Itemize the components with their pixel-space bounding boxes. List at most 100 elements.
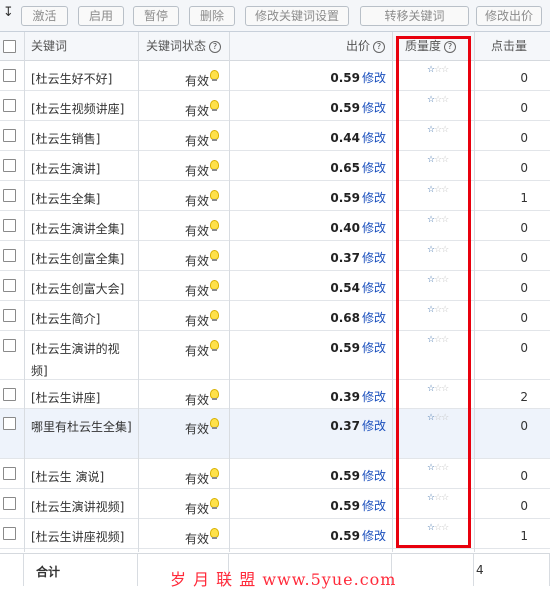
edit-bid-link[interactable]: 修改: [362, 466, 386, 486]
lightbulb-icon[interactable]: [210, 310, 220, 321]
row-checkbox[interactable]: [3, 159, 16, 172]
keyword-text[interactable]: [杜云生创富大会]: [31, 278, 136, 300]
lightbulb-icon[interactable]: [210, 280, 220, 291]
edit-bid-link[interactable]: 修改: [362, 128, 386, 148]
edit-bid-link[interactable]: 修改: [362, 496, 386, 516]
row-checkbox[interactable]: [3, 69, 16, 82]
edit-keyword-settings-button[interactable]: 修改关键词设置: [245, 6, 349, 26]
transfer-keyword-button[interactable]: 转移关键词: [360, 6, 469, 26]
bid-price: 0.65: [330, 161, 360, 175]
keyword-column-header[interactable]: 关键词: [31, 32, 67, 60]
row-checkbox[interactable]: [3, 249, 16, 262]
edit-bid-button[interactable]: 修改出价: [476, 6, 542, 26]
edit-bid-link[interactable]: 修改: [362, 416, 386, 436]
bid-price: 0.39: [330, 390, 360, 404]
keyword-text[interactable]: [杜云生全集]: [31, 188, 136, 210]
edit-bid-link[interactable]: 修改: [362, 248, 386, 268]
column-divider: [392, 32, 393, 552]
status-text: 有效: [185, 194, 210, 208]
help-icon[interactable]: ?: [373, 41, 386, 53]
edit-bid-link[interactable]: 修改: [362, 526, 386, 546]
keyword-text[interactable]: [杜云生创富全集]: [31, 248, 136, 270]
pause-button[interactable]: 暂停: [133, 6, 179, 26]
row-checkbox[interactable]: [3, 219, 16, 232]
bid-price: 0.68: [330, 311, 360, 325]
footer-clicks-cell: 4: [474, 554, 550, 586]
edit-bid-link[interactable]: 修改: [362, 188, 386, 208]
star-empty-icon: ☆: [441, 95, 449, 105]
keyword-text[interactable]: [杜云生演讲视频]: [31, 496, 136, 518]
lightbulb-icon[interactable]: [210, 130, 220, 141]
row-checkbox[interactable]: [3, 388, 16, 401]
help-icon[interactable]: ?: [209, 41, 222, 53]
activate-button[interactable]: 激活: [21, 6, 68, 26]
status-text: 有效: [185, 104, 210, 118]
help-icon[interactable]: ?: [444, 41, 457, 53]
keyword-text[interactable]: [杜云生 演说]: [31, 466, 136, 488]
status-text: 有效: [185, 532, 210, 546]
row-checkbox[interactable]: [3, 497, 16, 510]
edit-bid-link[interactable]: 修改: [362, 98, 386, 118]
keyword-status: 有效: [185, 190, 220, 209]
lightbulb-icon[interactable]: [210, 190, 220, 201]
lightbulb-icon[interactable]: [210, 250, 220, 261]
lightbulb-icon[interactable]: [210, 340, 220, 351]
column-divider: [24, 32, 25, 552]
keyword-text[interactable]: [杜云生演讲全集]: [31, 218, 136, 240]
keyword-status: 有效: [185, 100, 220, 119]
lightbulb-icon[interactable]: [210, 220, 220, 231]
lightbulb-icon[interactable]: [210, 160, 220, 171]
table-row: [杜云生全集] 有效 0.59 修改 ☆☆☆ 1: [0, 181, 550, 211]
edit-bid-link[interactable]: 修改: [362, 308, 386, 328]
edit-bid-link[interactable]: 修改: [362, 278, 386, 298]
keyword-text[interactable]: [杜云生讲座视频]: [31, 526, 136, 548]
quality-column-header[interactable]: 质量度?: [405, 32, 457, 60]
price-column-header[interactable]: 出价?: [346, 32, 386, 60]
keyword-text[interactable]: [杜云生讲座]: [31, 387, 136, 409]
keyword-text[interactable]: [杜云生视频讲座]: [31, 98, 136, 120]
row-checkbox[interactable]: [3, 467, 16, 480]
footer-total-cell: 合计: [24, 554, 138, 586]
table-row: [杜云生简介] 有效 0.68 修改 ☆☆☆ 0: [0, 301, 550, 331]
row-checkbox[interactable]: [3, 99, 16, 112]
lightbulb-icon[interactable]: [210, 418, 220, 429]
click-count: 0: [520, 311, 528, 325]
keyword-text[interactable]: [杜云生好不好]: [31, 68, 136, 90]
lightbulb-icon[interactable]: [210, 528, 220, 539]
keyword-text[interactable]: [杜云生演讲]: [31, 158, 136, 180]
enable-button[interactable]: 启用: [78, 6, 124, 26]
row-checkbox[interactable]: [3, 279, 16, 292]
lightbulb-icon[interactable]: [210, 389, 220, 400]
delete-button[interactable]: 删除: [189, 6, 235, 26]
clicks-column-header[interactable]: 点击量: [491, 32, 527, 60]
watermark: 岁 月 联 盟 www.5yue.com: [170, 570, 397, 589]
keyword-text[interactable]: [杜云生简介]: [31, 308, 136, 330]
keyword-text[interactable]: [杜云生销售]: [31, 128, 136, 150]
row-checkbox[interactable]: [3, 309, 16, 322]
row-checkbox[interactable]: [3, 417, 16, 430]
lightbulb-icon[interactable]: [210, 100, 220, 111]
select-all-checkbox[interactable]: [3, 40, 16, 53]
keyword-text[interactable]: [杜云生演讲的视频]: [31, 338, 136, 382]
table-row: [杜云生演讲] 有效 0.65 修改 ☆☆☆ 0: [0, 151, 550, 181]
edit-bid-link[interactable]: 修改: [362, 68, 386, 88]
lightbulb-icon[interactable]: [210, 70, 220, 81]
bid-price: 0.40: [330, 221, 360, 235]
edit-bid-link[interactable]: 修改: [362, 218, 386, 238]
row-checkbox[interactable]: [3, 339, 16, 352]
status-text: 有效: [185, 472, 210, 486]
edit-bid-link[interactable]: 修改: [362, 158, 386, 178]
sort-arrow-down-icon[interactable]: ↧: [3, 5, 14, 20]
row-checkbox[interactable]: [3, 189, 16, 202]
column-divider: [138, 32, 139, 552]
star-empty-icon: ☆: [441, 523, 449, 533]
lightbulb-icon[interactable]: [210, 498, 220, 509]
table-row: [杜云生讲座] 有效 0.39 修改 ☆☆☆ 2: [0, 380, 550, 409]
row-checkbox[interactable]: [3, 527, 16, 540]
edit-bid-link[interactable]: 修改: [362, 338, 386, 358]
edit-bid-link[interactable]: 修改: [362, 387, 386, 407]
keyword-text[interactable]: 哪里有杜云生全集]: [31, 416, 136, 438]
status-column-header[interactable]: 关键词状态?: [146, 32, 222, 60]
row-checkbox[interactable]: [3, 129, 16, 142]
lightbulb-icon[interactable]: [210, 468, 220, 479]
